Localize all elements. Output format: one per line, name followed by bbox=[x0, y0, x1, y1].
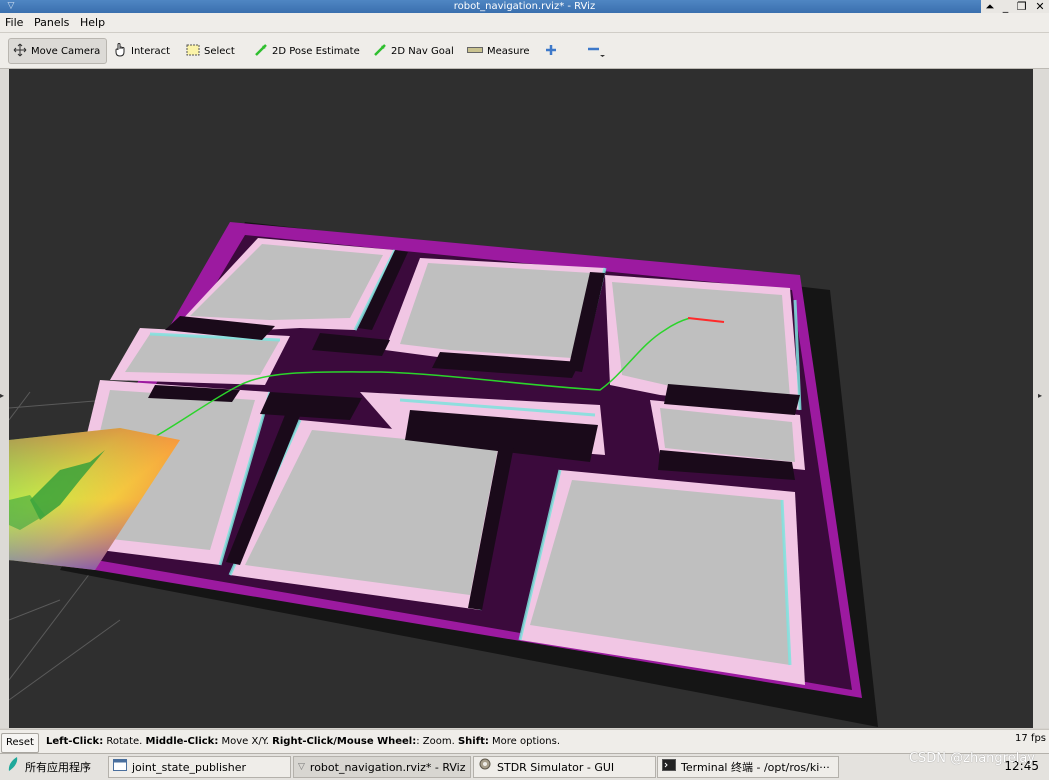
interact-tool[interactable]: Interact bbox=[113, 38, 170, 64]
task-label: robot_navigation.rviz* - RViz bbox=[309, 760, 466, 774]
nav-goal-tool[interactable]: 2D Nav Goal bbox=[373, 38, 454, 64]
mouse-hint-text: Left-Click: Rotate. Middle-Click: Move X… bbox=[46, 736, 560, 747]
hint-middle-key: Middle-Click: bbox=[145, 736, 219, 747]
select-tool[interactable]: Select bbox=[186, 38, 235, 64]
measure-label: Measure bbox=[487, 45, 530, 57]
rviz-icon: ▽ bbox=[298, 761, 305, 772]
menu-file[interactable]: File bbox=[5, 16, 23, 29]
hint-left: Rotate. bbox=[103, 736, 146, 747]
watermark: CSDN @zhangrelay bbox=[908, 751, 1035, 766]
move-camera-icon bbox=[13, 43, 27, 60]
select-box-icon bbox=[186, 44, 200, 59]
nav-goal-label: 2D Nav Goal bbox=[391, 45, 454, 57]
move-camera-label: Move Camera bbox=[31, 45, 101, 57]
reset-button[interactable]: Reset bbox=[1, 733, 39, 753]
status-bar: Reset Left-Click: Rotate. Middle-Click: … bbox=[0, 729, 1049, 753]
rviz-app-icon: ▽ bbox=[7, 1, 15, 11]
green-arrow-icon bbox=[254, 43, 268, 60]
system-taskbar: 所有应用程序 joint_state_publisher ▽ robot_nav… bbox=[0, 753, 1049, 780]
menu-help[interactable]: Help bbox=[80, 16, 105, 29]
task-stdr-simulator[interactable]: STDR Simulator - GUI bbox=[473, 756, 656, 778]
menu-panels[interactable]: Panels bbox=[34, 16, 69, 29]
hint-shift-key: Shift: bbox=[457, 736, 489, 747]
hint-right: : Zoom. bbox=[416, 736, 458, 747]
render-viewport[interactable] bbox=[9, 69, 1033, 728]
task-label: joint_state_publisher bbox=[132, 760, 247, 774]
window-icon bbox=[113, 757, 127, 777]
hint-middle: Move X/Y. bbox=[218, 736, 273, 747]
left-panel-collapsed[interactable]: ▸ bbox=[0, 69, 9, 728]
plus-icon bbox=[545, 44, 557, 59]
maximize-button[interactable]: ❐ bbox=[1017, 0, 1027, 13]
close-button[interactable]: ✕ bbox=[1035, 0, 1044, 13]
terminal-icon bbox=[662, 757, 676, 777]
pose-estimate-tool[interactable]: 2D Pose Estimate bbox=[254, 38, 360, 64]
pose-estimate-label: 2D Pose Estimate bbox=[272, 45, 360, 57]
expand-right-icon[interactable]: ▸ bbox=[1038, 391, 1042, 400]
hand-pointer-icon bbox=[113, 42, 127, 60]
window-controls: ⏶ _ ❐ ✕ bbox=[981, 0, 1049, 13]
right-panel-collapsed[interactable]: ▸ bbox=[1033, 69, 1049, 728]
remove-tool-button[interactable] bbox=[587, 38, 607, 64]
window-titlebar[interactable]: ▽ robot_navigation.rviz* - RViz ⏶ _ ❐ ✕ bbox=[0, 0, 1049, 13]
hint-left-key: Left-Click: bbox=[46, 736, 104, 747]
tool-bar: Move Camera Interact Select 2D Pose Esti… bbox=[0, 33, 1049, 69]
hint-shift: More options. bbox=[488, 736, 561, 747]
select-label: Select bbox=[204, 45, 235, 57]
ruler-icon bbox=[467, 46, 483, 57]
green-arrow-icon bbox=[373, 43, 387, 60]
scene-render bbox=[9, 222, 878, 727]
move-camera-tool[interactable]: Move Camera bbox=[8, 38, 107, 64]
expand-left-icon[interactable]: ▸ bbox=[0, 391, 4, 400]
measure-tool[interactable]: Measure bbox=[467, 38, 530, 64]
task-rviz[interactable]: ▽ robot_navigation.rviz* - RViz bbox=[293, 756, 471, 778]
task-label: Terminal 终端 - /opt/ros/ki··· bbox=[681, 760, 830, 774]
menu-bar: File Panels Help bbox=[0, 13, 1049, 33]
app-launcher-icon bbox=[6, 756, 20, 778]
minus-icon bbox=[587, 42, 607, 61]
task-label: STDR Simulator - GUI bbox=[497, 760, 615, 774]
apps-menu-label: 所有应用程序 bbox=[25, 760, 91, 774]
interact-label: Interact bbox=[131, 45, 171, 57]
fps-counter: 17 fps bbox=[1015, 733, 1046, 744]
add-tool-button[interactable] bbox=[545, 38, 557, 64]
apps-menu-button[interactable]: 所有应用程序 bbox=[2, 756, 102, 778]
window-title: robot_navigation.rviz* - RViz bbox=[453, 1, 596, 12]
hint-right-key: Right-Click/Mouse Wheel: bbox=[272, 736, 417, 747]
task-joint-state-publisher[interactable]: joint_state_publisher bbox=[108, 756, 291, 778]
task-terminal[interactable]: Terminal 终端 - /opt/ros/ki··· bbox=[657, 756, 839, 778]
shade-button[interactable]: ⏶ bbox=[985, 0, 994, 13]
gear-icon bbox=[478, 757, 492, 777]
minimize-button[interactable]: _ bbox=[1003, 0, 1009, 13]
